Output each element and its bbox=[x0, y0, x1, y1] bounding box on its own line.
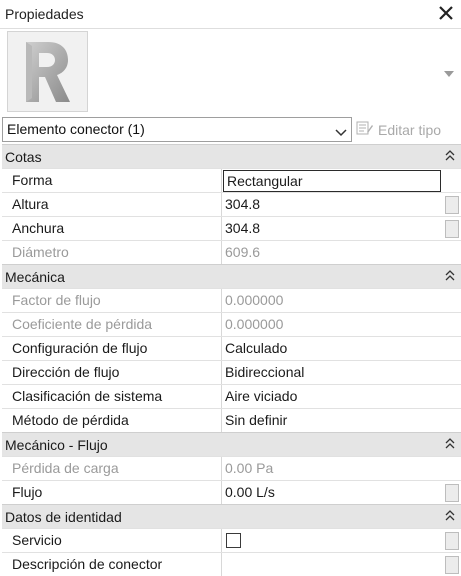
property-name: Pérdida de carga bbox=[2, 457, 222, 481]
section-header-mecanica[interactable]: Mecánica bbox=[2, 264, 461, 288]
revit-logo-thumbnail bbox=[7, 31, 88, 112]
section-header-mecanico-flujo[interactable]: Mecánico - Flujo bbox=[2, 432, 461, 456]
property-row-perdida-de-carga: Pérdida de carga 0.00 Pa bbox=[2, 456, 461, 481]
property-name: Método de pérdida bbox=[2, 409, 222, 433]
collapse-icon[interactable] bbox=[445, 269, 455, 283]
servicio-checkbox[interactable] bbox=[226, 533, 241, 548]
type-selector-value: Elemento conector (1) bbox=[7, 121, 145, 137]
section-label: Mecánica bbox=[5, 269, 65, 285]
property-value-field[interactable]: 0.00 L/s bbox=[222, 481, 441, 505]
property-value-field[interactable] bbox=[222, 553, 441, 576]
associate-parameter-button[interactable] bbox=[445, 220, 459, 238]
property-row-direccion-de-flujo[interactable]: Dirección de flujo Bidireccional bbox=[2, 360, 461, 385]
edit-type-button[interactable]: Editar tipo bbox=[356, 117, 459, 142]
collapse-icon[interactable] bbox=[445, 509, 455, 523]
property-row-flujo[interactable]: Flujo 0.00 L/s bbox=[2, 480, 461, 505]
type-selector-dropdown[interactable]: Elemento conector (1) bbox=[2, 117, 352, 142]
property-value-field[interactable]: Sin definir bbox=[222, 409, 441, 433]
property-value-field[interactable]: Calculado bbox=[222, 337, 441, 361]
property-name: Descripción de conector bbox=[2, 553, 222, 576]
edit-type-icon bbox=[356, 120, 374, 139]
property-row-servicio[interactable]: Servicio bbox=[2, 528, 461, 553]
property-grid: Cotas Forma Rectangular Altura 304.8 Anc… bbox=[2, 144, 461, 576]
property-row-forma[interactable]: Forma Rectangular bbox=[2, 168, 461, 193]
type-preview-area bbox=[0, 29, 461, 115]
associate-parameter-button[interactable] bbox=[445, 556, 459, 574]
property-name: Flujo bbox=[2, 481, 222, 505]
property-value-field[interactable]: 304.8 bbox=[222, 217, 441, 241]
property-row-clasificacion-de-sistema[interactable]: Clasificación de sistema Aire viciado bbox=[2, 384, 461, 409]
preview-dropdown-icon[interactable] bbox=[443, 66, 455, 77]
property-row-diametro: Diámetro 609.6 bbox=[2, 240, 461, 265]
property-name: Forma bbox=[2, 169, 222, 193]
close-icon[interactable] bbox=[436, 2, 456, 24]
property-value: 0.000000 bbox=[225, 292, 284, 308]
type-selector-bar: Elemento conector (1) Editar tipo bbox=[0, 115, 461, 144]
section-label: Cotas bbox=[5, 149, 42, 165]
property-row-configuracion-de-flujo[interactable]: Configuración de flujo Calculado bbox=[2, 336, 461, 361]
property-name: Factor de flujo bbox=[2, 289, 222, 313]
property-name: Diámetro bbox=[2, 241, 222, 265]
property-row-descripcion-de-conector[interactable]: Descripción de conector bbox=[2, 552, 461, 576]
panel-title: Propiedades bbox=[5, 6, 84, 22]
associate-parameter-button[interactable] bbox=[445, 532, 459, 550]
property-name: Clasificación de sistema bbox=[2, 385, 222, 409]
section-label: Mecánico - Flujo bbox=[5, 437, 108, 453]
properties-titlebar: Propiedades bbox=[0, 0, 461, 29]
section-header-datos-de-identidad[interactable]: Datos de identidad bbox=[2, 504, 461, 528]
property-value: 0.000000 bbox=[225, 316, 284, 332]
edit-type-label: Editar tipo bbox=[378, 121, 442, 138]
chevron-down-icon[interactable] bbox=[335, 125, 347, 137]
property-value: 609.6 bbox=[225, 244, 261, 260]
property-name: Altura bbox=[2, 193, 222, 217]
collapse-icon[interactable] bbox=[445, 437, 455, 451]
associate-parameter-button[interactable] bbox=[445, 196, 459, 214]
property-row-altura[interactable]: Altura 304.8 bbox=[2, 192, 461, 217]
property-name: Servicio bbox=[2, 529, 222, 553]
property-row-coeficiente-de-perdida: Coeficiente de pérdida 0.000000 bbox=[2, 312, 461, 337]
property-row-metodo-de-perdida[interactable]: Método de pérdida Sin definir bbox=[2, 408, 461, 433]
associate-parameter-button[interactable] bbox=[445, 484, 459, 502]
property-name: Anchura bbox=[2, 217, 222, 241]
property-value-field[interactable]: 304.8 bbox=[222, 193, 441, 217]
property-value: 0.00 Pa bbox=[225, 460, 274, 476]
property-row-anchura[interactable]: Anchura 304.8 bbox=[2, 216, 461, 241]
property-name: Coeficiente de pérdida bbox=[2, 313, 222, 337]
property-value-field[interactable]: Rectangular bbox=[223, 170, 441, 192]
property-value-field[interactable]: Bidireccional bbox=[222, 361, 441, 385]
section-header-cotas[interactable]: Cotas bbox=[2, 144, 461, 168]
property-row-factor-de-flujo: Factor de flujo 0.000000 bbox=[2, 288, 461, 313]
collapse-icon[interactable] bbox=[445, 149, 455, 163]
property-name: Dirección de flujo bbox=[2, 361, 222, 385]
property-value-field[interactable]: Aire viciado bbox=[222, 385, 441, 409]
property-name: Configuración de flujo bbox=[2, 337, 222, 361]
section-label: Datos de identidad bbox=[5, 509, 122, 525]
